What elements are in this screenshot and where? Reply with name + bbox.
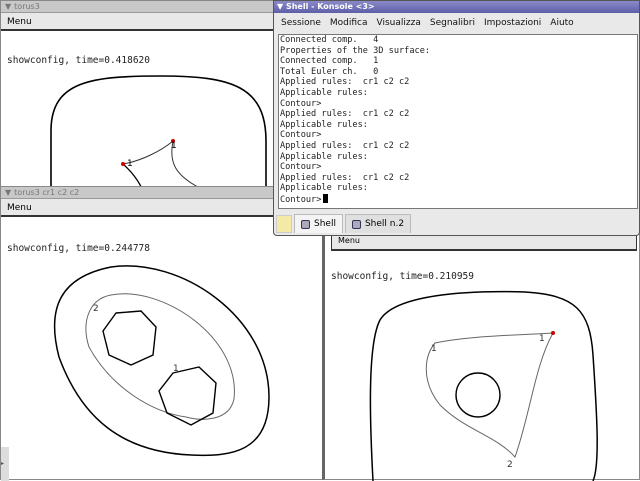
terminal-output[interactable]: Connected comp. 4 Properties of the 3D su… — [278, 34, 638, 209]
new-tab-button[interactable] — [276, 215, 292, 233]
terminal-line: Connected comp. 4 — [280, 35, 379, 45]
terminal-line: Properties of the 3D surface: — [280, 45, 431, 56]
terminal-line: Applicable rules: — [280, 151, 368, 162]
menu-segnalibri[interactable]: Segnalibri — [430, 13, 475, 33]
menu-bar: Sessione Modifica Visualizza Segnalibri … — [274, 13, 639, 33]
chevron-down-icon[interactable]: ▼ — [277, 2, 286, 11]
tab-shell-2[interactable]: Shell n.2 — [344, 214, 412, 233]
terminal-line: Total Euler ch. 0 — [280, 66, 379, 77]
terminal-icon — [301, 219, 310, 229]
terminal-line: Applied rules: cr1 c2 c2 — [280, 172, 410, 183]
tab-shell[interactable]: Shell — [294, 214, 343, 233]
menu-modifica[interactable]: Modifica — [330, 13, 368, 33]
contour-label: 1 — [431, 344, 437, 354]
window-torus3-right: Menu showconfig, time=0.210959 1 1 2 — [322, 224, 640, 481]
prompt: Contour> — [280, 194, 322, 205]
cursor — [323, 193, 329, 203]
konsole-window: ▼ Shell - Konsole <3> Sessione Modifica … — [273, 0, 640, 236]
terminal-line: Contour> — [280, 98, 322, 109]
terminal-line: Applied rules: cr1 c2 c2 — [280, 109, 410, 120]
terminal-line: Contour> — [280, 162, 322, 173]
menu-impostazioni[interactable]: Impostazioni — [484, 13, 541, 33]
contour-label: 1 — [127, 159, 133, 169]
title-bar[interactable]: ▼ Shell - Konsole <3> — [274, 1, 639, 13]
contour-label: 1 — [171, 141, 177, 151]
tab-bar: Shell Shell n.2 — [276, 211, 412, 233]
terminal-line: Applicable rules: — [280, 119, 368, 130]
window-torus3: ▼ torus3 Menu showconfig, time=0.418620 1… — [0, 0, 280, 191]
menu-aiuto[interactable]: Aiuto — [550, 13, 573, 33]
terminal-line: Applied rules: cr1 c2 c2 — [280, 140, 410, 151]
terminal-line: Applicable rules: — [280, 183, 368, 194]
contour-canvas: 1 1 2 — [369, 290, 598, 481]
terminal-icon — [351, 219, 361, 229]
terminal-line: Applied rules: cr1 c2 c2 — [280, 77, 410, 88]
contour-label: 2 — [507, 460, 513, 470]
contour-canvas: 1 1 — [50, 75, 267, 191]
terminal-line: Contour> — [280, 130, 322, 141]
contour-label: 2 — [93, 304, 99, 314]
side-handle[interactable]: ▸ — [1, 447, 9, 481]
terminal-line: Connected comp. 1 — [280, 56, 379, 67]
contour-label: 1 — [539, 334, 545, 344]
menu-visualizza[interactable]: Visualizza — [377, 13, 421, 33]
terminal-line: Applicable rules: — [280, 87, 368, 98]
contour-label: 1 — [173, 364, 179, 374]
menu-sessione[interactable]: Sessione — [281, 13, 321, 33]
